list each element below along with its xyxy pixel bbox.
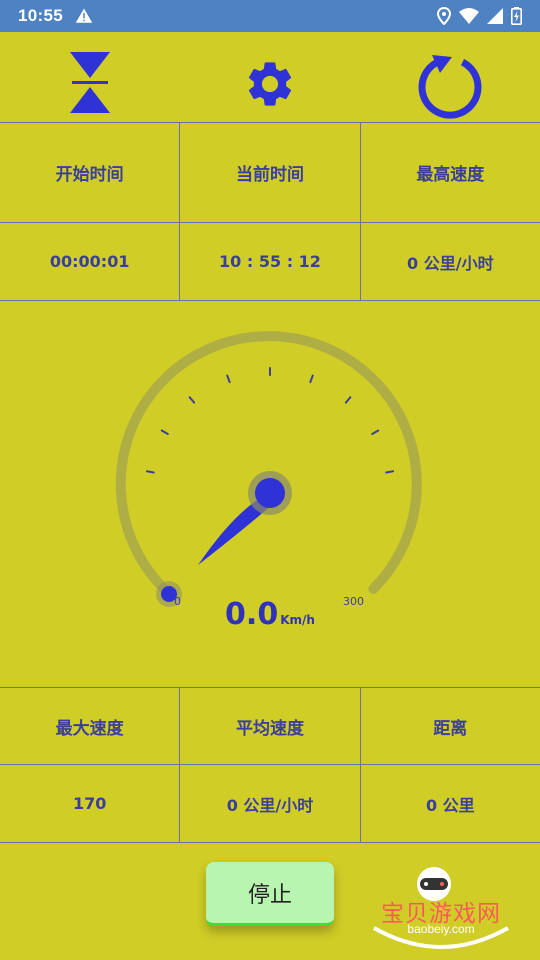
- start-time-value: 00:00:01: [0, 223, 181, 300]
- status-bar: 10:55: [0, 0, 540, 32]
- start-time-label: 开始时间: [0, 123, 181, 222]
- collapse-icon: [70, 52, 110, 113]
- max-speed-value: 170: [0, 765, 181, 842]
- location-icon: [437, 7, 451, 25]
- wifi-icon: [459, 8, 479, 24]
- status-icons: [437, 7, 522, 25]
- gauge-tick: [226, 374, 231, 384]
- top-speed-value: 0 公里/小时: [407, 253, 494, 273]
- needle-hub: [255, 478, 285, 508]
- watermark: 宝贝游戏网 baobeiy.com: [366, 866, 516, 956]
- bottom-stats-header-row: 最大速度 平均速度 距离: [0, 687, 540, 765]
- refresh-icon: [418, 55, 482, 119]
- speed-value: 0.0: [225, 597, 279, 632]
- gauge-tick: [371, 429, 380, 435]
- battery-icon: [511, 7, 522, 25]
- current-time-label: 当前时间: [180, 123, 361, 222]
- settings-button[interactable]: [240, 54, 300, 114]
- gauge-tick: [385, 470, 395, 474]
- gauge-tick: [344, 396, 352, 404]
- signal-icon: [487, 8, 503, 24]
- top-stats-header-row: 开始时间 当前时间 最高速度: [0, 123, 540, 223]
- top-speed-label: 最高速度: [416, 165, 485, 185]
- gear-icon: [248, 62, 292, 106]
- status-time: 10:55: [18, 6, 63, 25]
- gauge-tick: [309, 374, 314, 384]
- avg-speed-label: 平均速度: [180, 688, 361, 764]
- gauge-tick: [188, 396, 196, 404]
- refresh-button[interactable]: [412, 48, 488, 120]
- watermark-url: baobeiy.com: [407, 922, 475, 936]
- bottom-stats-value-row: 170 0 公里/小时 0 公里: [0, 765, 540, 843]
- gauge-arc: [115, 331, 422, 600]
- gauge-ticks: [145, 367, 395, 474]
- speed-unit: Km/h: [280, 613, 315, 627]
- stop-button[interactable]: 停止: [206, 862, 334, 926]
- collapse-button[interactable]: [60, 48, 120, 118]
- gauge-tick: [145, 470, 155, 474]
- top-stats-value-row: 00:00:01 10 : 55 : 12 0 公里/小时: [0, 223, 540, 301]
- speedometer: 0 300 0.0 Km/h: [0, 301, 540, 687]
- current-time-value: 10 : 55 : 12: [180, 223, 361, 300]
- warning-icon: [75, 8, 93, 23]
- avg-speed-value: 0 公里/小时: [180, 765, 361, 842]
- gauge-tick: [160, 429, 169, 435]
- distance-value: 0 公里: [425, 795, 475, 815]
- max-speed-label: 最大速度: [0, 688, 181, 764]
- distance-label: 距离: [433, 718, 468, 739]
- speed-readout: 0.0 Km/h: [0, 597, 540, 632]
- toolbar: [0, 32, 540, 123]
